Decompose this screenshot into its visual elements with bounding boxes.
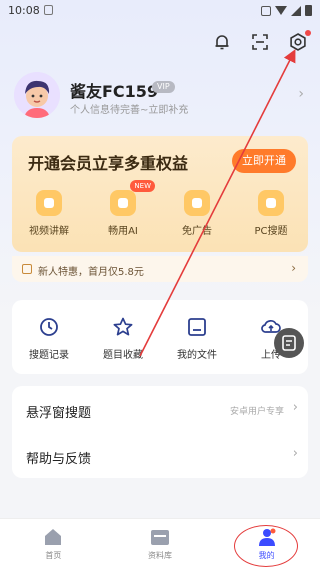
benefit-ai[interactable]: NEW 畅用AI (93, 180, 155, 237)
star-icon (112, 316, 134, 338)
pc-search-icon (258, 190, 284, 216)
menu-label: 帮助与反馈 (26, 452, 92, 467)
tab-label: 首页 (45, 551, 62, 560)
notification-icon (261, 5, 271, 16)
ad-free-icon (184, 190, 210, 216)
tool-search-history[interactable]: 搜题记录 (12, 300, 86, 374)
annotation-circle (234, 525, 299, 567)
vip-title: 开通会员立享多重权益 (28, 154, 189, 173)
coupon-icon (22, 264, 32, 274)
clock-icon (38, 316, 60, 338)
menu-hint: 安卓用户专享 (229, 407, 284, 417)
menu-item-floating-search[interactable]: 悬浮窗搜题 安卓用户专享 › (12, 386, 308, 432)
open-vip-button[interactable]: 立即开通 (232, 149, 296, 173)
video-icon (36, 190, 62, 216)
vip-badge: VIP (152, 81, 175, 93)
chevron-right-icon: › (298, 86, 304, 102)
chevron-right-icon: › (292, 446, 298, 461)
avatar[interactable] (14, 72, 60, 118)
bell-icon[interactable] (212, 32, 232, 52)
tab-label: 资料库 (148, 551, 172, 560)
battery-icon (305, 5, 312, 16)
new-tag: NEW (130, 180, 155, 192)
benefit-label: 免广告 (182, 226, 212, 237)
sim-icon (44, 5, 53, 15)
settings-icon[interactable] (288, 30, 311, 52)
benefit-pc-search[interactable]: PC搜题 (241, 190, 301, 237)
chevron-right-icon: › (292, 400, 298, 415)
signal-icon (291, 5, 301, 16)
status-icons (261, 5, 312, 16)
benefit-ad-free[interactable]: 免广告 (167, 190, 227, 237)
menu-label: 悬浮窗搜题 (26, 406, 92, 421)
benefit-list: 视频讲解 NEW 畅用AI 免广告 PC搜题 (12, 180, 308, 237)
tool-my-files[interactable]: 我的文件 (160, 300, 234, 374)
tool-label: 题目收藏 (103, 350, 143, 361)
settings-badge (305, 30, 311, 36)
chevron-right-icon: › (291, 261, 296, 275)
benefit-label: PC搜题 (254, 226, 288, 237)
top-actions (212, 30, 311, 52)
promo-text: 新人特惠，首月仅5.8元 (38, 267, 144, 278)
ai-icon (110, 190, 136, 216)
tool-label: 搜题记录 (29, 350, 69, 361)
benefit-label: 视频讲解 (29, 226, 69, 237)
scan-icon[interactable] (250, 32, 270, 52)
profile-header[interactable]: 酱友FC159 VIP 个人信息待完善~立即补充 › (14, 72, 310, 122)
promo-banner[interactable]: 新人特惠，首月仅5.8元 › (12, 256, 308, 282)
wifi-icon (275, 6, 287, 15)
tool-favorites[interactable]: 题目收藏 (86, 300, 160, 374)
folder-icon (186, 316, 208, 338)
menu-item-help-feedback[interactable]: 帮助与反馈 › (12, 432, 308, 478)
tool-label: 我的文件 (177, 350, 217, 361)
tab-home[interactable]: 首页 (0, 519, 107, 570)
benefit-video[interactable]: 视频讲解 (19, 190, 79, 237)
menu-list: 悬浮窗搜题 安卓用户专享 › 帮助与反馈 › (12, 386, 308, 478)
status-bar: 10:08 (0, 0, 320, 24)
nickname: 酱友FC159 (70, 82, 159, 101)
status-time: 10:08 (8, 4, 40, 17)
tools-panel: 搜题记录 题目收藏 我的文件 上传 (12, 300, 308, 374)
tab-profile[interactable]: 我的 (213, 519, 320, 570)
benefit-label: 畅用AI (108, 226, 138, 237)
tab-library[interactable]: 资料库 (107, 519, 214, 570)
library-icon (149, 527, 171, 547)
bottom-tab-bar: 首页 资料库 我的 (0, 518, 320, 570)
profile-subtitle: 个人信息待完善~立即补充 (70, 105, 189, 116)
home-icon (42, 527, 64, 547)
floating-window-button[interactable] (274, 328, 304, 358)
vip-card[interactable]: 开通会员立享多重权益 立即开通 视频讲解 NEW 畅用AI 免广告 PC搜题 (12, 136, 308, 252)
